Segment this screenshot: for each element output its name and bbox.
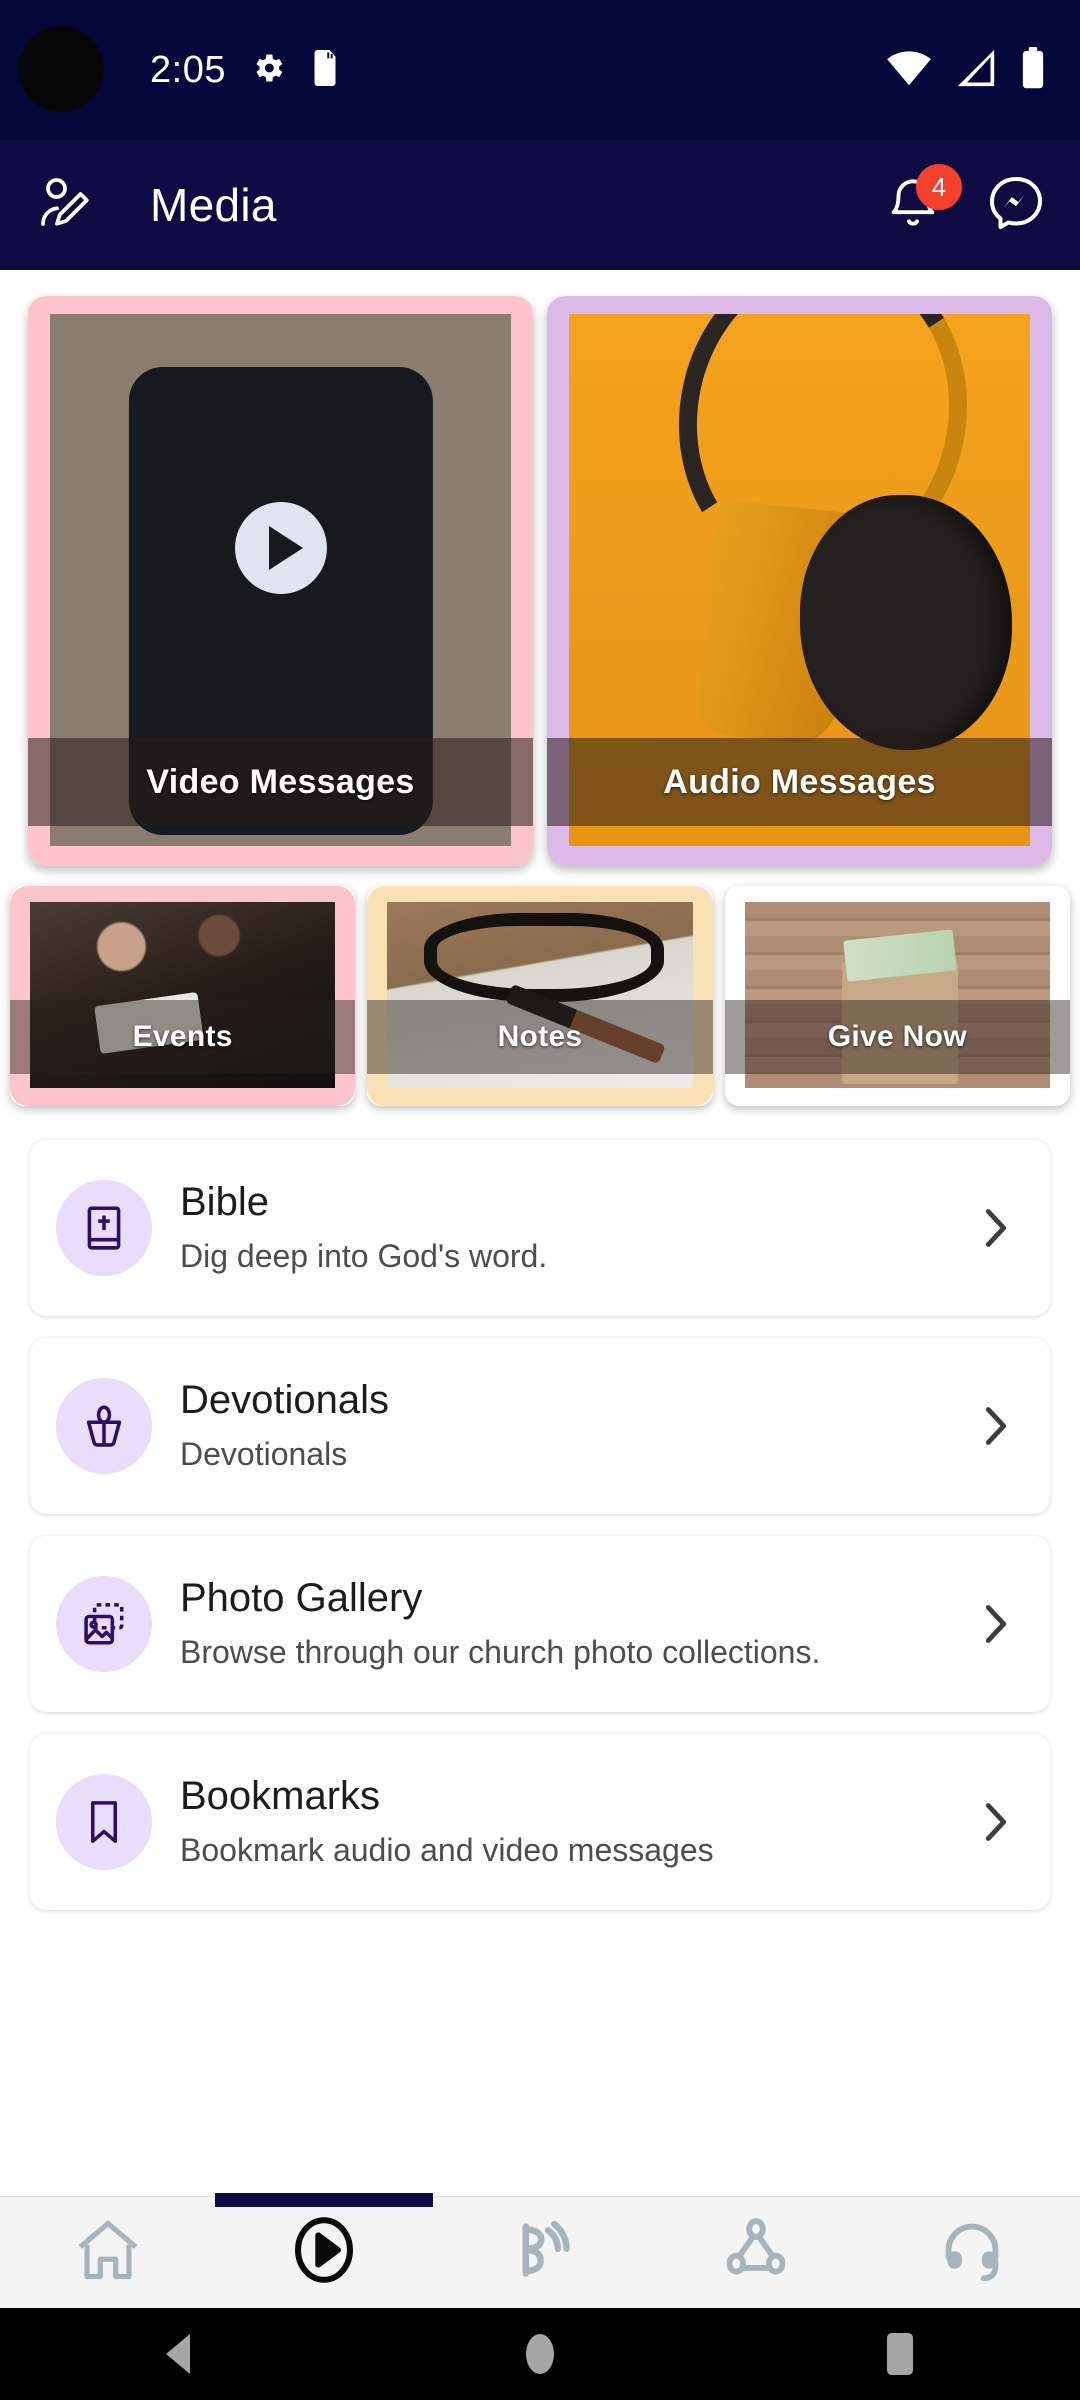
- list-item-title: Devotionals: [180, 1377, 390, 1422]
- status-bar: 2:05: [0, 0, 1080, 140]
- share-nodes-icon: [719, 2213, 793, 2292]
- quick-card-events[interactable]: Events: [10, 886, 356, 1106]
- phone-screen: 2:05 Media 4 Video Messages Audio Messag…: [0, 0, 1080, 2400]
- list-item-text: Photo Gallery Browse through our church …: [180, 1575, 968, 1674]
- list-item-title: Bible: [180, 1179, 269, 1224]
- list-item-subtitle: Devotionals: [180, 1435, 348, 1472]
- featured-card-label: Audio Messages: [547, 738, 1052, 826]
- active-tab-indicator: [215, 2193, 433, 2207]
- quick-card-label: Events: [10, 1000, 356, 1074]
- chevron-right-icon: [968, 1206, 1024, 1250]
- bottom-navigation: [0, 2193, 1080, 2308]
- quick-card-give-now[interactable]: Give Now: [724, 886, 1070, 1106]
- nav-item-home[interactable]: [0, 2197, 216, 2308]
- sd-card-icon: [310, 49, 340, 91]
- home-button[interactable]: [360, 2329, 720, 2379]
- list-item-devotionals[interactable]: Devotionals Devotionals: [30, 1338, 1050, 1514]
- broadcast-icon: [503, 2213, 577, 2292]
- recents-button[interactable]: [720, 2330, 1080, 2378]
- settings-gear-icon: [250, 50, 286, 91]
- bible-book-icon: [56, 1180, 152, 1276]
- chevron-right-icon: [968, 1800, 1024, 1844]
- notifications-button[interactable]: 4: [884, 164, 962, 236]
- devotional-flame-icon: [56, 1378, 152, 1474]
- notification-badge: 4: [916, 164, 962, 210]
- chevron-right-icon: [968, 1404, 1024, 1448]
- list-item-bible[interactable]: Bible Dig deep into God's word.: [30, 1140, 1050, 1316]
- list-item-text: Bible Dig deep into God's word.: [180, 1179, 968, 1278]
- play-circle-icon: [286, 2212, 362, 2293]
- photo-gallery-icon: [56, 1576, 152, 1672]
- featured-card-audio[interactable]: Audio Messages: [547, 296, 1052, 866]
- featured-card-video[interactable]: Video Messages: [28, 296, 533, 866]
- camera-punch-hole: [18, 26, 104, 112]
- chevron-right-icon: [968, 1602, 1024, 1646]
- list-item-text: Devotionals Devotionals: [180, 1377, 968, 1476]
- list-item-bookmarks[interactable]: Bookmarks Bookmark audio and video messa…: [30, 1734, 1050, 1910]
- wifi-icon: [886, 48, 932, 93]
- headset-icon: [935, 2213, 1009, 2292]
- back-button[interactable]: [0, 2332, 360, 2376]
- nav-item-connect[interactable]: [648, 2197, 864, 2308]
- play-icon: [234, 502, 327, 595]
- cellular-signal-icon: [954, 48, 998, 93]
- quick-card-label: Give Now: [724, 1000, 1070, 1074]
- status-bar-right: [886, 46, 1046, 94]
- list-item-text: Bookmarks Bookmark audio and video messa…: [180, 1773, 968, 1872]
- list-item-title: Bookmarks: [180, 1773, 381, 1818]
- bookmark-icon: [56, 1774, 152, 1870]
- messenger-chat-icon[interactable]: [986, 173, 1046, 238]
- quick-card-notes[interactable]: Notes: [367, 886, 713, 1106]
- featured-cards-row: Video Messages Audio Messages: [0, 270, 1080, 866]
- app-bar: Media 4: [0, 140, 1080, 270]
- list-item-title: Photo Gallery: [180, 1575, 423, 1620]
- page-title: Media: [150, 179, 277, 231]
- status-time: 2:05: [150, 48, 226, 91]
- person-edit-icon[interactable]: [34, 173, 94, 238]
- android-navigation-bar: [0, 2308, 1080, 2400]
- featured-card-label: Video Messages: [28, 738, 533, 826]
- main-content: Video Messages Audio Messages Events Not…: [0, 270, 1080, 2230]
- nav-item-media[interactable]: [215, 2193, 433, 2308]
- home-icon: [71, 2213, 145, 2292]
- list-item-subtitle: Bookmark audio and video messages: [180, 1831, 714, 1868]
- app-bar-actions: 4: [884, 164, 1046, 238]
- status-bar-left: 2:05: [150, 49, 340, 92]
- list-item-photo-gallery[interactable]: Photo Gallery Browse through our church …: [30, 1536, 1050, 1712]
- menu-list: Bible Dig deep into God's word. Devotion…: [0, 1106, 1080, 1910]
- quick-cards-row: Events Notes Give Now: [0, 866, 1080, 1106]
- quick-card-label: Notes: [367, 1000, 713, 1074]
- battery-icon: [1020, 46, 1046, 94]
- nav-item-support[interactable]: [864, 2197, 1080, 2308]
- list-item-subtitle: Dig deep into God's word.: [180, 1237, 548, 1274]
- list-item-subtitle: Browse through our church photo collecti…: [180, 1633, 821, 1670]
- nav-item-live[interactable]: [432, 2197, 648, 2308]
